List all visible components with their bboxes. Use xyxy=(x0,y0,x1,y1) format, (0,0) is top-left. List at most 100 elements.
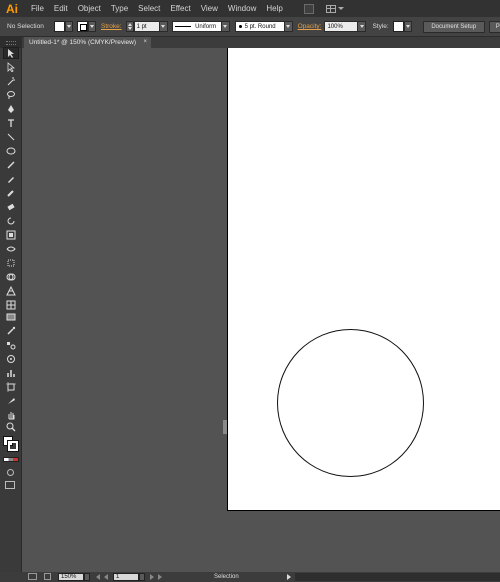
ellipse-shape[interactable] xyxy=(277,329,424,477)
last-artboard-icon[interactable] xyxy=(158,574,162,580)
stroke-weight-spinner[interactable] xyxy=(125,21,134,32)
magic-wand-tool-icon xyxy=(7,77,15,86)
profile-label: Uniform xyxy=(195,23,217,30)
brush-label: 5 pt. Round xyxy=(244,23,276,30)
tool-swatch-group xyxy=(0,481,22,499)
opacity-field[interactable]: 100% xyxy=(324,21,367,32)
first-artboard-icon[interactable] xyxy=(96,574,100,580)
artboard-dropdown[interactable] xyxy=(139,573,145,581)
previous-artboard-icon[interactable] xyxy=(104,574,108,580)
paintbrush-tool-button[interactable] xyxy=(3,159,19,171)
menu-select[interactable]: Select xyxy=(133,0,165,17)
direct-selection-tool-icon xyxy=(7,62,16,72)
slice-tool-icon xyxy=(8,398,15,404)
document-setup-button[interactable]: Document Setup xyxy=(422,20,485,33)
column-graph-tool-icon xyxy=(7,370,15,377)
opacity-panel-link[interactable]: Opacity: xyxy=(298,23,322,30)
graphic-style-dropdown[interactable] xyxy=(403,21,412,32)
horizontal-scrollbar[interactable] xyxy=(295,573,500,581)
menu-file[interactable]: File xyxy=(26,0,49,17)
artboard-number-field[interactable]: 1 xyxy=(113,573,139,581)
scale-tool-button[interactable] xyxy=(3,229,19,241)
free-transform-tool-button[interactable] xyxy=(3,257,19,269)
stroke-weight-field[interactable]: 1 pt xyxy=(133,21,168,32)
eyedropper-tool-icon xyxy=(7,326,16,335)
ellipse-tool-button[interactable] xyxy=(3,145,19,157)
hand-tool-icon xyxy=(8,412,15,420)
rotate-tool-button[interactable] xyxy=(3,215,19,227)
menu-view[interactable]: View xyxy=(196,0,223,17)
eraser-tool-icon xyxy=(7,203,15,211)
stroke-color-dropdown[interactable] xyxy=(88,21,96,32)
panel-collapse-handle[interactable] xyxy=(223,420,227,434)
bridge-button[interactable] xyxy=(303,3,314,14)
variable-width-profile-dropdown[interactable]: Uniform xyxy=(171,21,230,32)
menu-help[interactable]: Help xyxy=(261,0,287,17)
symbol-sprayer-tool-icon xyxy=(7,355,15,363)
zoom-tool-icon xyxy=(6,422,16,432)
drawing-modes-icon[interactable] xyxy=(7,469,14,476)
column-graph-tool-button[interactable] xyxy=(3,367,19,379)
perspective-grid-tool-button[interactable] xyxy=(3,285,19,297)
magic-wand-tool-button[interactable] xyxy=(3,75,19,87)
share-icon[interactable] xyxy=(44,573,51,580)
menu-effect[interactable]: Effect xyxy=(165,0,195,17)
tab-title: Untitled-1* @ 150% (CMYK/Preview) xyxy=(29,39,137,46)
width-tool-button[interactable] xyxy=(3,243,19,255)
eraser-tool-button[interactable] xyxy=(3,201,19,213)
paintbrush-tool-icon xyxy=(7,161,15,169)
brush-definition-dropdown[interactable]: 5 pt. Round xyxy=(234,21,293,32)
shape-builder-tool-icon xyxy=(6,273,16,281)
eyedropper-tool-button[interactable] xyxy=(3,325,19,337)
mesh-tool-button[interactable] xyxy=(3,299,19,311)
type-tool-button[interactable] xyxy=(3,117,19,129)
next-artboard-icon[interactable] xyxy=(150,574,154,580)
direct-selection-tool-button[interactable] xyxy=(3,61,19,73)
screen-mode-icon[interactable] xyxy=(5,481,15,489)
stroke-swatch[interactable] xyxy=(77,21,88,32)
tab-untitled-1[interactable]: Untitled-1* @ 150% (CMYK/Preview) × xyxy=(24,37,151,48)
fill-swatch[interactable] xyxy=(54,21,65,32)
blob-brush-tool-button[interactable] xyxy=(3,187,19,199)
zoom-tool-button[interactable] xyxy=(3,421,19,433)
lasso-tool-button[interactable] xyxy=(3,89,19,101)
menu-object[interactable]: Object xyxy=(73,0,106,17)
gradient-tool-button[interactable] xyxy=(3,311,19,323)
menu-edit[interactable]: Edit xyxy=(49,0,73,17)
pencil-tool-icon xyxy=(8,177,14,183)
pen-tool-button[interactable] xyxy=(3,103,19,115)
zoom-dropdown[interactable] xyxy=(84,573,90,581)
menu-window[interactable]: Window xyxy=(223,0,261,17)
chevron-down-icon xyxy=(283,22,292,31)
slice-tool-button[interactable] xyxy=(3,395,19,407)
graphic-style-swatch[interactable] xyxy=(392,21,404,32)
artboard-tool-button[interactable] xyxy=(3,381,19,393)
preferences-button[interactable]: Prefer xyxy=(488,20,500,33)
fill-dropdown[interactable] xyxy=(65,21,73,32)
stroke-color-swatch[interactable] xyxy=(7,440,19,452)
type-tool-icon xyxy=(8,119,14,127)
selection-tool-icon xyxy=(8,49,14,58)
pencil-tool-button[interactable] xyxy=(3,173,19,185)
menu-bar: Ai File Edit Object Type Select Effect V… xyxy=(0,0,500,17)
line-segment-tool-button[interactable] xyxy=(3,131,19,143)
arrange-documents-button[interactable] xyxy=(325,4,344,14)
shape-builder-tool-button[interactable] xyxy=(3,271,19,283)
profile-line-preview xyxy=(174,26,191,27)
zoom-field[interactable]: 150% xyxy=(58,573,84,581)
blend-tool-button[interactable] xyxy=(3,339,19,351)
chevron-down-icon xyxy=(357,22,366,31)
status-menu-icon[interactable] xyxy=(287,574,291,580)
symbol-sprayer-tool-button[interactable] xyxy=(3,353,19,365)
lasso-tool-icon xyxy=(7,91,15,99)
pen-tool-icon xyxy=(8,105,14,113)
color-mode-buttons[interactable] xyxy=(3,457,19,462)
selection-tool-button[interactable] xyxy=(3,47,19,59)
menu-type[interactable]: Type xyxy=(106,0,133,17)
close-icon[interactable]: × xyxy=(143,37,147,48)
tools-panel xyxy=(0,37,22,582)
hand-tool-button[interactable] xyxy=(3,409,19,421)
stroke-panel-link[interactable]: Stroke: xyxy=(101,23,122,30)
gradient-tool-icon xyxy=(6,313,16,321)
artboard-nav-icon[interactable] xyxy=(28,573,37,580)
